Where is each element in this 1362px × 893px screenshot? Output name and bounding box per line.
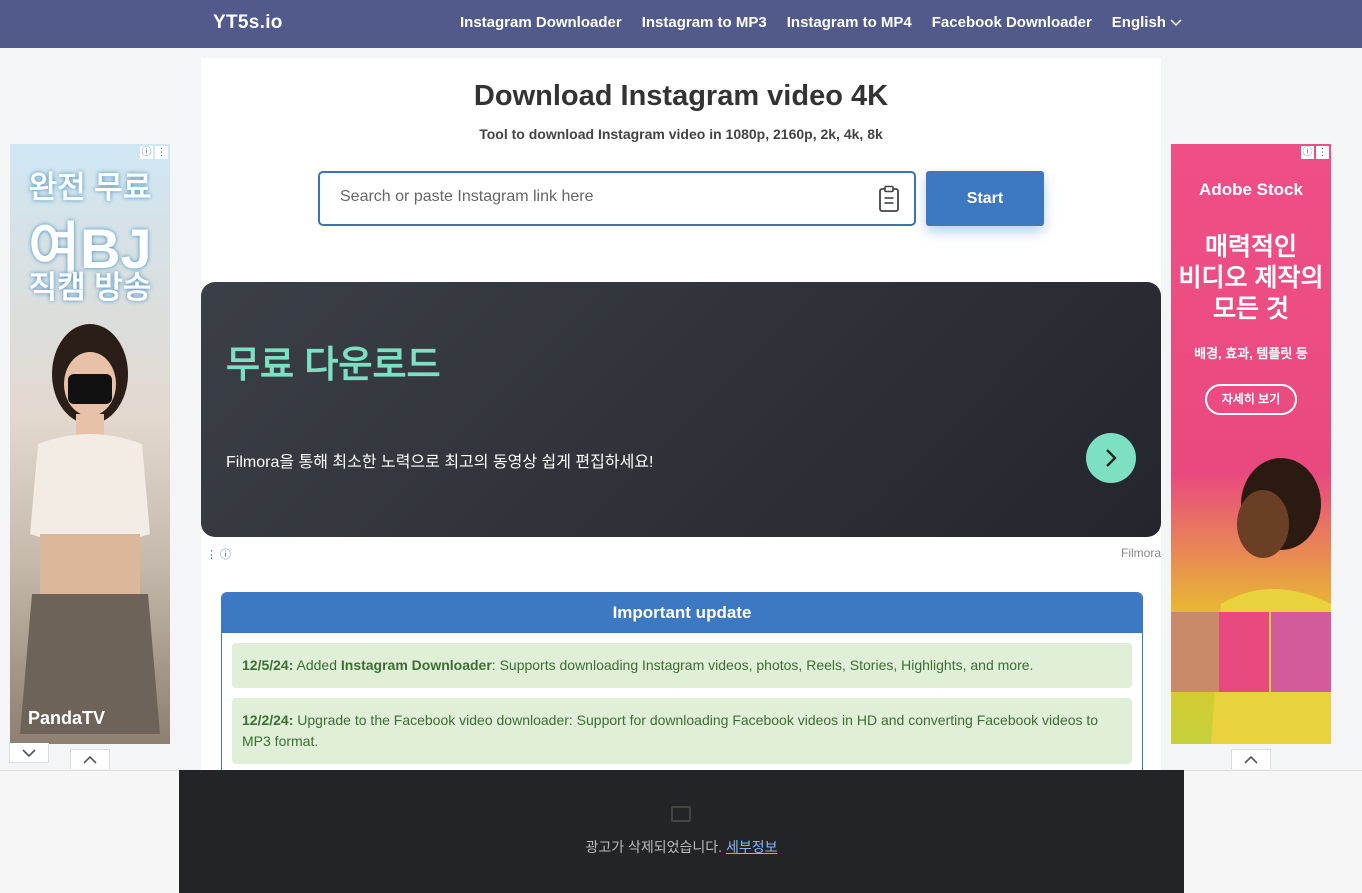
ad-menu-icon[interactable]: ⋮: [1316, 146, 1329, 159]
right-ad-headline-3: 모든 것: [1213, 295, 1289, 323]
ad-info-icon[interactable]: ⓘ: [140, 146, 153, 159]
right-side-ad[interactable]: ⓘ ⋮ Adobe Stock 매력적인 비디오 제작의 모든 것 배경, 효과…: [1171, 144, 1331, 744]
update-text: : Supports downloading Instagram videos,…: [491, 657, 1034, 673]
update-header: Important update: [222, 593, 1142, 633]
top-navbar: YT5s.io Instagram Downloader Instagram t…: [0, 0, 1362, 48]
search-input[interactable]: [340, 188, 860, 206]
pandatv-logo: PandaTV: [28, 708, 106, 728]
nav-link-instagram-to-mp3[interactable]: Instagram to MP3: [642, 14, 767, 31]
ad-person-illustration: [1171, 458, 1331, 744]
left-ad-line-3: 직캠 방송: [28, 270, 152, 305]
ad-removed-text: 광고가 삭제되었습니다.: [585, 839, 723, 855]
clipboard-icon[interactable]: [877, 185, 901, 213]
ad-details-link[interactable]: 세부정보: [726, 839, 778, 855]
ad-info-icon[interactable]: ⓘ: [1301, 146, 1314, 159]
right-ad-headline-2: 비디오 제작의: [1178, 264, 1324, 292]
chevron-down-icon: [1170, 18, 1182, 26]
ad-menu-icon[interactable]: ⋮: [155, 146, 168, 159]
update-date: 12/5/24:: [242, 657, 294, 673]
left-side-ad[interactable]: ⓘ ⋮ 완전 무료 여BJ 직캠 방송 PandaTV: [10, 144, 170, 744]
update-item: 12/2/24: Upgrade to the Facebook video d…: [232, 698, 1132, 764]
ad-person-illustration: [20, 324, 160, 734]
inline-ad-text: Filmora을 통해 최소한 노력으로 최고의 동영상 쉽게 편집하세요!: [226, 454, 654, 471]
inline-ad-headline: 무료 다운로드: [226, 344, 441, 385]
left-ad-line-1: 완전 무료: [28, 170, 152, 205]
chevron-up-icon: [83, 755, 97, 764]
main-content-card: Download Instagram video 4K Tool to down…: [201, 58, 1161, 778]
left-ad-collapse-button[interactable]: [9, 743, 49, 763]
start-button[interactable]: Start: [926, 171, 1044, 226]
chevron-down-icon: [22, 748, 36, 757]
ad-info-controls: ⓘ ⋮: [140, 146, 168, 159]
right-ad-headline: 매력적인 비디오 제작의 모든 것: [1171, 232, 1331, 325]
update-highlight: Instagram Downloader: [340, 657, 492, 673]
chevron-right-icon: [1106, 449, 1117, 467]
search-box: [318, 171, 916, 226]
inline-ad-arrow-button[interactable]: [1086, 433, 1136, 483]
ad-info-controls: ⓘ ⋮: [1301, 146, 1329, 159]
site-logo[interactable]: YT5s.io: [213, 12, 283, 34]
update-prefix: Upgrade to the Facebook video downloader…: [242, 712, 1099, 749]
left-ad-expand-button[interactable]: [70, 749, 110, 769]
page-subtitle: Tool to download Instagram video in 1080…: [479, 126, 883, 142]
nav-link-instagram-downloader[interactable]: Instagram Downloader: [460, 14, 622, 31]
ad-removed-message: 광고가 삭제되었습니다. 세부정보: [179, 837, 1184, 857]
page-title: Download Instagram video 4K: [473, 80, 889, 112]
bottom-ad-removed: 광고가 삭제되었습니다. 세부정보: [179, 770, 1184, 893]
right-ad-cta-button[interactable]: 자세히 보기: [1205, 384, 1297, 415]
right-ad-headline-1: 매력적인: [1204, 233, 1297, 261]
nav-link-instagram-to-mp4[interactable]: Instagram to MP4: [787, 14, 912, 31]
language-label: English: [1111, 14, 1166, 31]
update-item: 12/5/24: Added Instagram Downloader: Sup…: [232, 643, 1132, 688]
right-ad-subtitle: 배경, 효과, 템플릿 등: [1194, 346, 1308, 361]
important-update-box: Important update 12/5/24: Added Instagra…: [221, 592, 1143, 778]
nav-links: Instagram Downloader Instagram to MP3 In…: [460, 14, 1182, 31]
update-prefix: Added: [293, 657, 341, 673]
right-ad-expand-button[interactable]: [1231, 749, 1271, 769]
ad-choices-icons[interactable]: ⋮ ⓘ: [206, 546, 231, 562]
chevron-up-icon: [1244, 755, 1258, 764]
ad-removed-icon: [671, 806, 691, 822]
nav-link-facebook-downloader[interactable]: Facebook Downloader: [932, 14, 1092, 31]
inline-ad-banner[interactable]: 무료 다운로드 Filmora을 통해 최소한 노력으로 최고의 동영상 쉽게 …: [201, 282, 1161, 537]
language-selector[interactable]: English: [1112, 14, 1182, 31]
inline-ad-brand: Filmora: [1120, 546, 1161, 560]
update-date: 12/2/24:: [242, 712, 294, 728]
adobe-stock-logo: Adobe Stock: [1199, 180, 1303, 199]
